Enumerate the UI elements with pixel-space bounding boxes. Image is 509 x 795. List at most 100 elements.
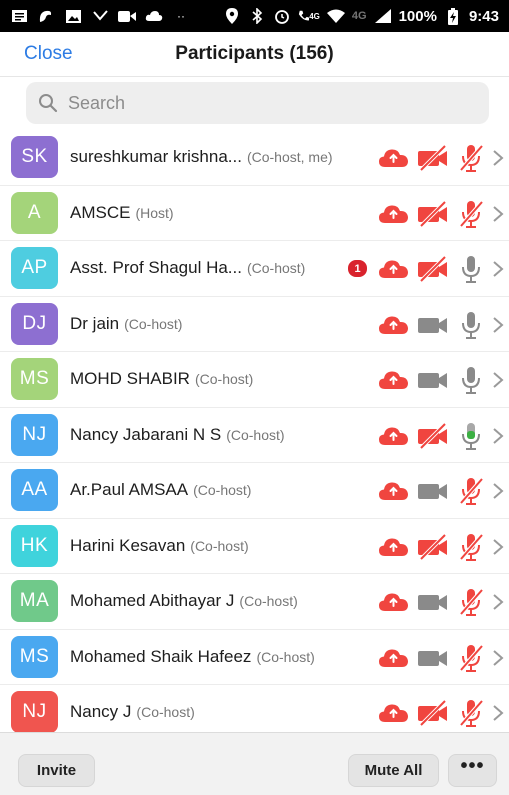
- chevron-right-icon[interactable]: [492, 482, 504, 500]
- cloud-icon: [379, 648, 408, 667]
- footer-toolbar: Invite Mute All •••: [0, 732, 509, 795]
- participant-name: MOHD SHABIR: [70, 369, 190, 389]
- avatar-initials: HK: [20, 534, 49, 556]
- participant-row[interactable]: MA Mohamed Abithayar J (Co-host): [0, 574, 509, 630]
- participant-name: Ar.Paul AMSAA: [70, 480, 189, 500]
- mic-muted-icon: [459, 699, 484, 727]
- avatar: MS: [11, 635, 58, 678]
- participant-role: (Co-host): [136, 704, 195, 721]
- cloud-icon: [379, 482, 408, 500]
- participant-row[interactable]: AA Ar.Paul AMSAA (Co-host): [0, 463, 509, 519]
- chat-badge: 1: [348, 260, 367, 277]
- mic-muted-icon: [459, 477, 484, 505]
- status-bar-right: 4G 4G 100% 9:43: [223, 7, 499, 25]
- participant-role: (Co-host, me): [246, 149, 333, 166]
- chevron-right-icon[interactable]: [492, 205, 504, 223]
- cloud-icon: [379, 704, 408, 722]
- participant-role: (Host): [135, 204, 174, 221]
- chevron-right-icon[interactable]: [492, 593, 504, 611]
- participant-row[interactable]: A AMSCE (Host): [0, 186, 509, 241]
- mic-icon: [462, 256, 480, 283]
- cloud-icon: [379, 593, 408, 611]
- participant-row[interactable]: AP Asst. Prof Shagul Ha... (Co-host) 1: [0, 241, 509, 297]
- signal-icon: [374, 8, 392, 24]
- missed-call-icon: [91, 8, 109, 24]
- chevron-right-icon[interactable]: [492, 704, 504, 722]
- more-notifications-icon: ··: [177, 9, 185, 23]
- page-title: Participants (156): [175, 43, 334, 64]
- participant-role: (Co-host): [226, 426, 285, 443]
- participant-row[interactable]: MS MOHD SHABIR (Co-host): [0, 352, 509, 408]
- participant-name-wrap: AMSCE (Host): [70, 203, 370, 223]
- chevron-right-icon[interactable]: [492, 649, 504, 667]
- participant-name: Nancy J: [70, 702, 132, 722]
- avatar-initials: AP: [21, 257, 48, 279]
- participant-list[interactable]: SK sureshkumar krishna... (Co-host, me): [0, 130, 509, 732]
- participant-row[interactable]: DJ Dr jain (Co-host): [0, 297, 509, 352]
- chevron-right-icon[interactable]: [492, 538, 504, 556]
- status-bar: ·· 4G 4G 100% 9:43: [0, 0, 509, 32]
- participant-row[interactable]: HK Harini Kesavan (Co-host): [0, 519, 509, 574]
- avatar: DJ: [11, 302, 58, 345]
- cloud-icon: [379, 371, 408, 389]
- participant-role: (Co-host): [193, 482, 252, 499]
- avatar: AA: [11, 469, 58, 512]
- search-icon: [39, 94, 58, 113]
- mic-muted-icon: [459, 144, 484, 172]
- cloud-icon: [379, 204, 408, 223]
- participant-name-wrap: MOHD SHABIR (Co-host): [70, 369, 370, 389]
- participant-name: Dr jain: [70, 313, 120, 333]
- video-off-icon: [418, 144, 447, 172]
- cloud-status-icon: [145, 8, 163, 24]
- mic-muted-icon: [459, 644, 484, 672]
- participant-name-wrap: Nancy Jabarani N S (Co-host): [70, 425, 370, 445]
- chevron-right-icon[interactable]: [492, 260, 504, 278]
- participant-row[interactable]: NJ Nancy Jabarani N S (Co-host): [0, 408, 509, 463]
- participant-row[interactable]: NJ Nancy J (Co-host): [0, 685, 509, 732]
- participant-role: (Co-host): [124, 315, 183, 332]
- invite-button[interactable]: Invite: [18, 754, 95, 787]
- secondary-network-label: 4G: [351, 10, 367, 22]
- participant-row[interactable]: SK sureshkumar krishna... (Co-host, me): [0, 130, 509, 186]
- more-options-button[interactable]: •••: [448, 754, 497, 787]
- participant-name: sureshkumar krishna...: [70, 147, 242, 167]
- cloud-icon: [379, 426, 408, 445]
- search-bar[interactable]: [26, 82, 489, 124]
- video-off-icon: [418, 422, 447, 449]
- avatar-initials: A: [27, 201, 42, 223]
- search-input[interactable]: [68, 92, 448, 114]
- mic-icon: [462, 311, 480, 339]
- mute-all-button[interactable]: Mute All: [348, 754, 439, 787]
- chevron-right-icon[interactable]: [492, 427, 504, 445]
- participants-header: Close Participants (156): [0, 32, 509, 76]
- cloud-icon: [379, 537, 408, 556]
- participant-role: (Co-host): [246, 260, 306, 277]
- search-container: [0, 76, 509, 130]
- participant-name: AMSCE: [70, 202, 131, 222]
- battery-charging-icon: [444, 7, 462, 25]
- avatar: NJ: [11, 691, 58, 732]
- video-off-icon: [418, 699, 447, 727]
- participant-name-wrap: Mohamed Shaik Hafeez (Co-host): [70, 647, 370, 667]
- video-camera-icon: [118, 8, 136, 24]
- close-button[interactable]: Close: [24, 43, 73, 65]
- chevron-right-icon[interactable]: [492, 316, 504, 334]
- wifi-icon: [326, 8, 345, 24]
- video-off-icon: [418, 200, 447, 227]
- avatar-initials: MS: [19, 368, 50, 390]
- chevron-right-icon[interactable]: [492, 371, 504, 389]
- video-icon: [418, 650, 447, 666]
- chevron-right-icon[interactable]: [492, 149, 504, 167]
- battery-percent: 100%: [398, 7, 437, 25]
- mic-muted-icon: [459, 200, 484, 228]
- cloud-icon: [379, 315, 408, 334]
- status-bar-left: ··: [10, 8, 190, 24]
- alarm-icon: [273, 8, 291, 24]
- network-label: 4G: [309, 11, 320, 21]
- mic-muted-icon: [459, 533, 484, 561]
- video-icon: [418, 373, 447, 388]
- participant-name: Mohamed Abithayar J: [70, 591, 235, 611]
- participant-row[interactable]: MS Mohamed Shaik Hafeez (Co-host): [0, 630, 509, 685]
- cloud-icon: [379, 260, 408, 278]
- clock: 9:43: [468, 7, 499, 25]
